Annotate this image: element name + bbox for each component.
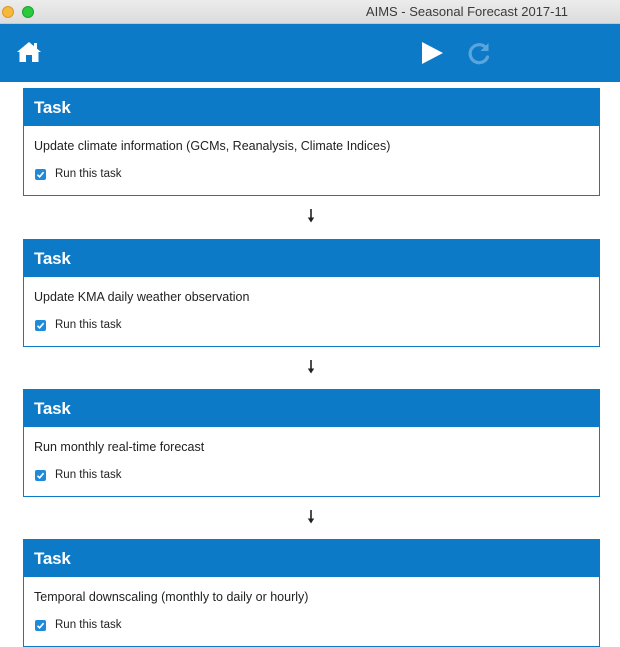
run-task-label: Run this task bbox=[55, 469, 122, 481]
task-header: Task bbox=[24, 390, 599, 427]
checkmark-icon bbox=[36, 322, 45, 329]
run-task-toggle[interactable]: Run this task bbox=[34, 319, 589, 331]
task-card-3: Task Run monthly real-time forecast Run … bbox=[23, 389, 600, 497]
run-task-checkbox[interactable] bbox=[35, 469, 46, 481]
refresh-button[interactable] bbox=[466, 40, 492, 66]
run-task-label: Run this task bbox=[55, 168, 122, 180]
task-card-2: Task Update KMA daily weather observatio… bbox=[23, 239, 600, 347]
window-title: AIMS - Seasonal Forecast 2017-11 bbox=[365, 4, 568, 19]
run-task-toggle[interactable]: Run this task bbox=[34, 619, 589, 631]
run-task-checkbox[interactable] bbox=[35, 619, 46, 631]
run-task-toggle[interactable]: Run this task bbox=[34, 469, 589, 481]
home-icon bbox=[17, 42, 41, 62]
run-task-checkbox[interactable] bbox=[35, 319, 46, 331]
checkmark-icon bbox=[36, 472, 45, 479]
task-header: Task bbox=[24, 89, 599, 126]
task-card-4: Task Temporal downscaling (monthly to da… bbox=[23, 539, 600, 647]
task-description: Run monthly real-time forecast bbox=[34, 440, 205, 454]
toolbar bbox=[0, 24, 620, 82]
play-icon bbox=[422, 42, 443, 64]
task-header: Task bbox=[24, 240, 599, 277]
run-task-label: Run this task bbox=[55, 319, 122, 331]
window-titlebar: AIMS - Seasonal Forecast 2017-11 bbox=[0, 0, 620, 24]
task-card-1: Task Update climate information (GCMs, R… bbox=[23, 88, 600, 196]
refresh-icon bbox=[468, 43, 490, 65]
checkmark-icon bbox=[36, 171, 45, 178]
task-description: Update climate information (GCMs, Reanal… bbox=[34, 139, 391, 153]
down-arrow-icon bbox=[307, 360, 315, 374]
home-button[interactable] bbox=[16, 41, 42, 63]
down-arrow-icon bbox=[307, 510, 315, 524]
task-header: Task bbox=[24, 540, 599, 577]
run-task-label: Run this task bbox=[55, 619, 122, 631]
run-task-checkbox[interactable] bbox=[35, 168, 46, 180]
run-button[interactable] bbox=[420, 41, 444, 65]
run-task-toggle[interactable]: Run this task bbox=[34, 168, 589, 180]
down-arrow-icon bbox=[307, 209, 315, 223]
task-description: Update KMA daily weather observation bbox=[34, 290, 250, 304]
task-description: Temporal downscaling (monthly to daily o… bbox=[34, 590, 309, 604]
checkmark-icon bbox=[36, 622, 45, 629]
